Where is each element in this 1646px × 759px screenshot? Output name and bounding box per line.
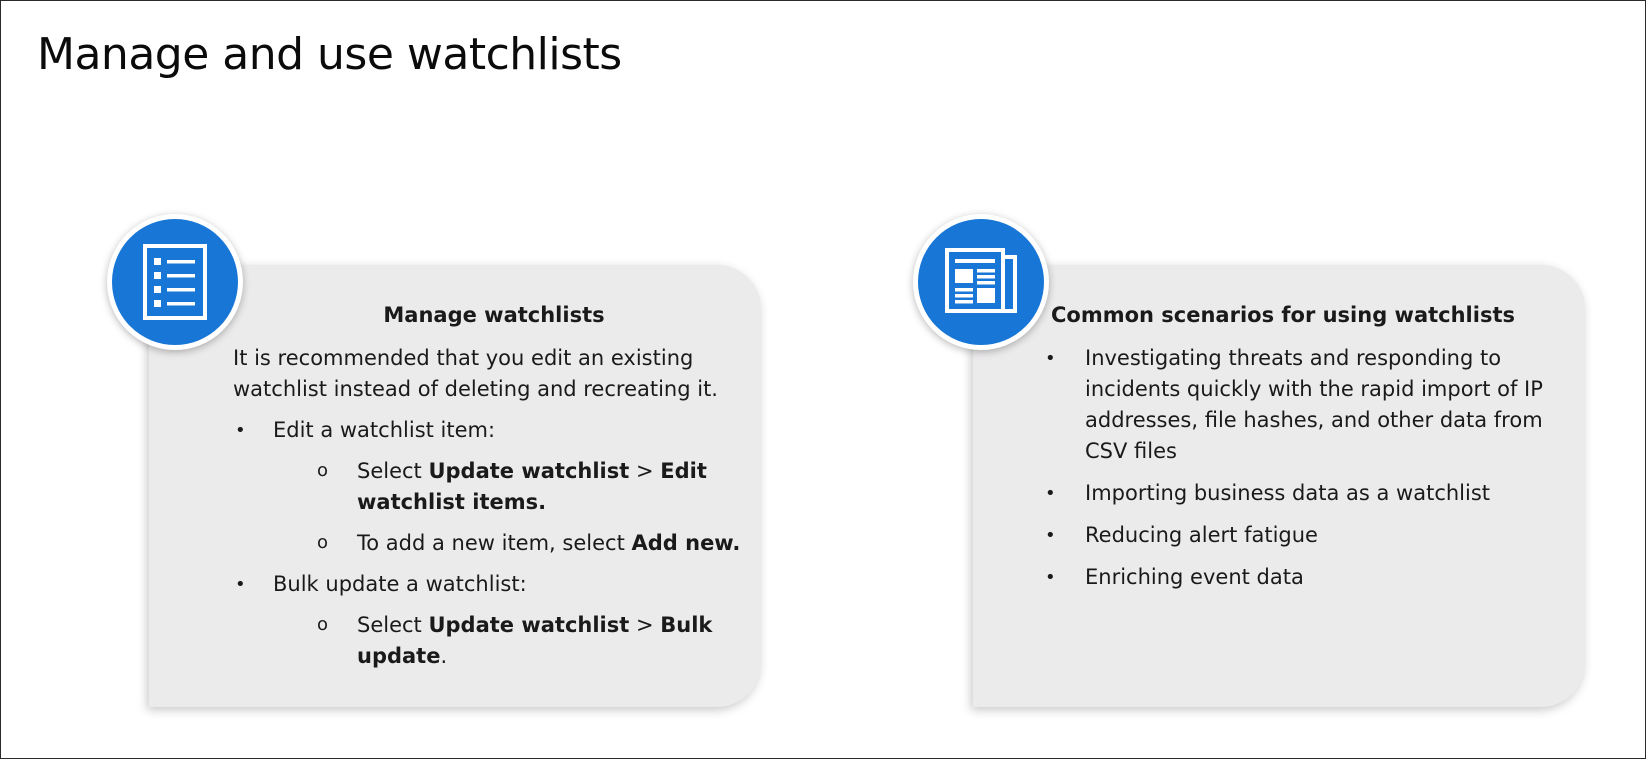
bullet-icon: • <box>1045 525 1056 546</box>
sub-list: o Select Update watchlist > Bulk update. <box>273 610 753 672</box>
sub-text: Select <box>357 459 429 483</box>
bullet-text: Bulk update a watchlist: <box>273 572 527 596</box>
slide: Manage and use watchlists Manage watchli… <box>0 0 1646 759</box>
bullet-icon: • <box>235 574 246 595</box>
checklist-icon <box>107 214 243 350</box>
bullet-icon: • <box>1045 567 1056 588</box>
bullet-text: Investigating threats and responding to … <box>1085 346 1543 463</box>
bullet-text: Importing business data as a watchlist <box>1085 481 1491 505</box>
sub-bullet-icon: o <box>317 460 329 481</box>
sub-list: o Select Update watchlist > Edit watchli… <box>273 456 753 559</box>
list-item: • Investigating threats and responding t… <box>1045 343 1545 467</box>
list-item: • Edit a watchlist item: o Select Update… <box>233 415 753 559</box>
list-item: • Bulk update a watchlist: o Select Upda… <box>233 569 753 672</box>
manage-watchlists-heading: Manage watchlists <box>383 303 605 327</box>
list-item: • Enriching event data <box>1045 562 1545 593</box>
bullet-icon: • <box>235 420 246 441</box>
newspaper-icon-graphic <box>945 248 1017 313</box>
bullet-icon: • <box>1045 348 1056 369</box>
common-scenarios-heading: Common scenarios for using watchlists <box>1050 303 1515 327</box>
scenarios-bullet-list: • Investigating threats and responding t… <box>1045 343 1545 593</box>
sub-list-item: o To add a new item, select Add new. <box>273 528 753 559</box>
page-title: Manage and use watchlists <box>37 29 622 80</box>
sub-text-bold: Add new. <box>631 531 741 555</box>
bullet-icon: • <box>1045 483 1056 504</box>
sub-bullet-icon: o <box>317 614 329 635</box>
sub-text: > <box>629 613 661 637</box>
sub-list-item: o Select Update watchlist > Edit watchli… <box>273 456 753 518</box>
common-scenarios-card: Common scenarios for using watchlists • … <box>973 265 1585 707</box>
checklist-icon-graphic <box>143 244 207 320</box>
manage-watchlists-card: Manage watchlists It is recommended that… <box>149 265 761 707</box>
sub-text: Select <box>357 613 429 637</box>
bullet-text: Enriching event data <box>1085 565 1304 589</box>
manage-watchlists-content: It is recommended that you edit an exist… <box>233 343 753 682</box>
sub-text: To add a new item, select <box>357 531 632 555</box>
recommendation-text: It is recommended that you edit an exist… <box>233 346 718 401</box>
sub-bullet-icon: o <box>317 532 329 553</box>
sub-list-item: o Select Update watchlist > Bulk update. <box>273 610 753 672</box>
bullet-text: Reducing alert fatigue <box>1085 523 1318 547</box>
list-item: • Reducing alert fatigue <box>1045 520 1545 551</box>
bullet-text: Edit a watchlist item: <box>273 418 496 442</box>
sub-text: . <box>440 644 448 668</box>
common-scenarios-content: • Investigating threats and responding t… <box>1045 343 1545 604</box>
sub-text-bold: Update watchlist <box>428 613 630 637</box>
manage-bullet-list: • Edit a watchlist item: o Select Update… <box>233 415 753 672</box>
sub-text-bold: Update watchlist <box>428 459 630 483</box>
sub-text: > <box>629 459 661 483</box>
newspaper-icon <box>913 214 1049 350</box>
list-item: • Importing business data as a watchlist <box>1045 478 1545 509</box>
